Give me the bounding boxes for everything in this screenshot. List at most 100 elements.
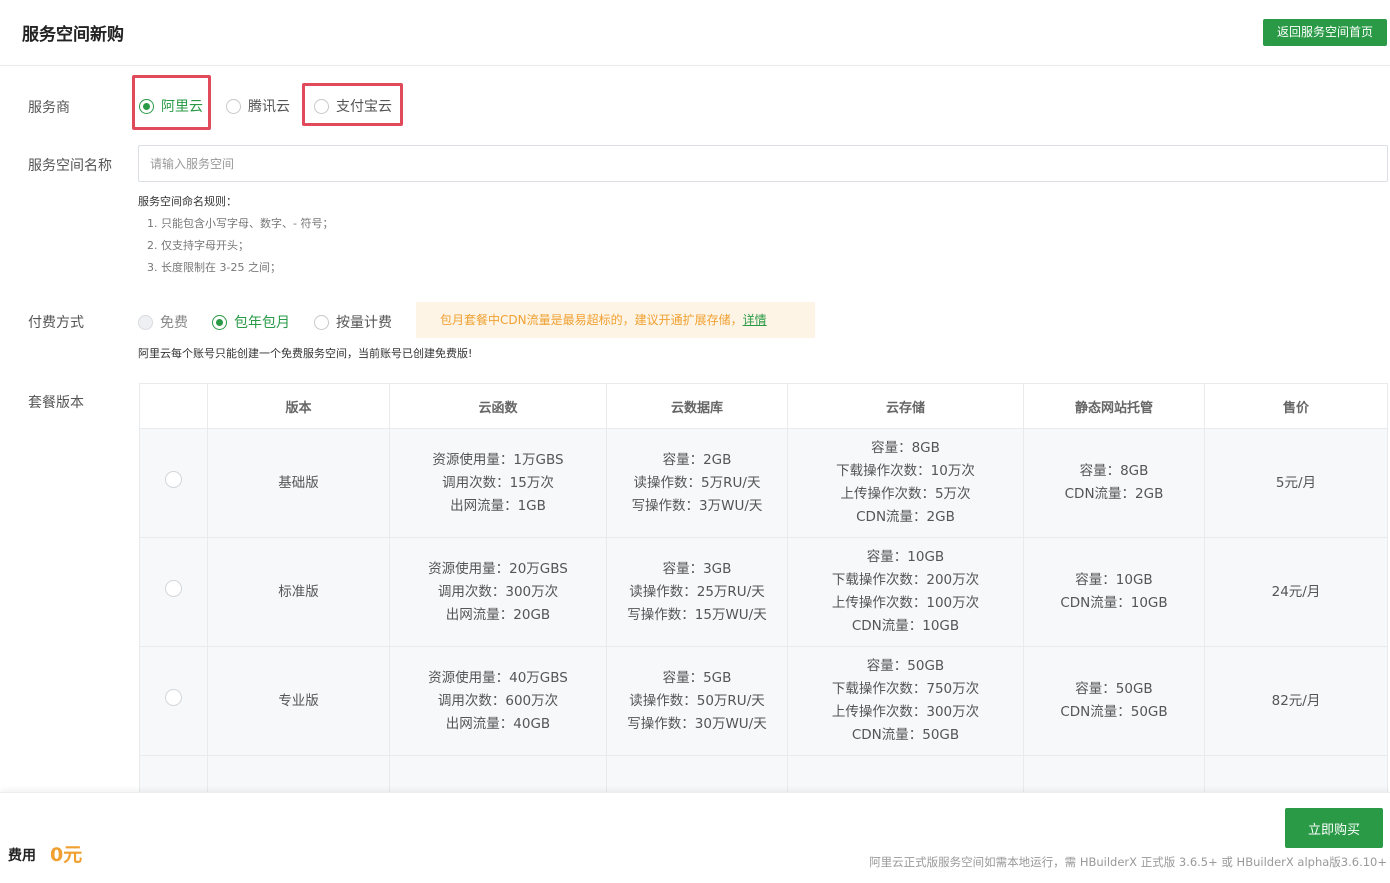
plan-function-cell: 资源使用量：20万GBS 调用次数：300万次 出网流量：20GB: [389, 537, 607, 647]
column-header-function: 云函数: [389, 383, 607, 429]
plan-storage-cell: 容量：8GB 下载操作次数：10万次 上传操作次数：5万次 CDN流量：2GB: [787, 428, 1024, 538]
radio-unchecked-icon: [226, 98, 241, 114]
column-header-hosting: 静态网站托管: [1023, 383, 1205, 429]
plan-database-cell: 容量：5GB 读操作数：50万RU/天 写操作数：30万WU/天: [606, 646, 788, 756]
plan-label: 套餐版本: [28, 395, 84, 411]
space-name-input[interactable]: [138, 145, 1388, 182]
plan-spec-line: 写操作数：15万WU/天: [627, 606, 767, 623]
column-header-select: [139, 383, 208, 429]
cdn-notice: 包月套餐中CDN流量是最易超标的，建议开通扩展存储，详情: [416, 302, 815, 338]
plan-select-cell[interactable]: [139, 537, 208, 647]
plan-function-cell: 资源使用量：40万GBS 调用次数：600万次 出网流量：40GB: [389, 646, 607, 756]
plan-spec-line: 出网流量：40GB: [445, 715, 551, 732]
plan-spec-line: 容量：8GB: [871, 440, 940, 456]
runtime-note: 阿里云正式版服务空间如需本地运行，需 HBuilderX 正式版 3.6.5+ …: [869, 855, 1387, 869]
plan-select-cell[interactable]: [139, 428, 208, 538]
table-header-row: 版本 云函数 云数据库 云存储 静态网站托管 售价: [139, 383, 1388, 429]
footer-bar: 费用 0元 立即购买 阿里云正式版服务空间如需本地运行，需 HBuilderX …: [0, 792, 1390, 883]
plan-spec-line: 容量：2GB: [662, 451, 732, 468]
plan-spec-line: 上传操作次数：5万次: [840, 486, 971, 502]
page-title: 服务空间新购: [22, 25, 124, 45]
free-hint: 阿里云每个账号只能创建一个免费服务空间，当前账号已创建免费版!: [138, 347, 473, 360]
plan-spec-line: 读操作数：25万RU/天: [629, 583, 765, 600]
plan-spec-line: 读操作数：5万RU/天: [633, 474, 761, 491]
plan-radio-icon[interactable]: [165, 579, 182, 597]
plan-spec-line: 容量：50GB: [1075, 681, 1153, 697]
plan-version-cell: 基础版: [207, 428, 390, 538]
plan-radio-icon[interactable]: [165, 688, 182, 706]
payment-option-payg[interactable]: 按量计费: [314, 312, 392, 332]
plan-spec-line: 上传操作次数：300万次: [831, 704, 980, 720]
plan-spec-line: 下载操作次数：10万次: [836, 463, 975, 479]
buy-now-button[interactable]: 立即购买: [1285, 808, 1383, 848]
plan-spec-line: 容量：50GB: [866, 658, 945, 674]
plan-spec-line: 调用次数：300万次: [437, 583, 559, 600]
plan-spec-line: 下载操作次数：200万次: [831, 572, 980, 588]
space-name-label: 服务空间名称: [28, 158, 112, 174]
plan-hosting-cell: 容量：50GB CDN流量：50GB: [1023, 646, 1205, 756]
page-header: 服务空间新购 返回服务空间首页: [0, 0, 1390, 66]
plan-spec-line: 读操作数：50万RU/天: [629, 692, 765, 709]
plan-price-cell: 5元/月: [1204, 428, 1388, 538]
back-to-home-button[interactable]: 返回服务空间首页: [1262, 19, 1387, 46]
plan-spec-line: 调用次数：600万次: [437, 692, 559, 709]
column-header-price: 售价: [1204, 383, 1388, 429]
plan-spec-line: 资源使用量：1万GBS: [432, 451, 564, 468]
payment-option-free[interactable]: 免费: [138, 312, 188, 332]
payment-option-label: 免费: [160, 315, 188, 331]
plan-spec-line: CDN流量：50GB: [1060, 704, 1168, 720]
plan-select-cell[interactable]: [139, 646, 208, 756]
provider-label: 服务商: [28, 100, 70, 116]
plan-storage-cell: 容量：50GB 下载操作次数：750万次 上传操作次数：300万次 CDN流量：50G…: [787, 646, 1024, 756]
plan-spec-line: 写操作数：30万WU/天: [627, 715, 767, 732]
plan-spec-line: CDN流量：10GB: [1060, 595, 1168, 611]
column-header-database: 云数据库: [606, 383, 788, 429]
plan-spec-line: CDN流量：2GB: [856, 509, 955, 525]
plan-spec-line: 容量：5GB: [662, 669, 732, 686]
plan-hosting-cell: 容量：10GB CDN流量：10GB: [1023, 537, 1205, 647]
provider-option-label: 腾讯云: [248, 99, 290, 115]
plan-spec-line: 上传操作次数：100万次: [831, 595, 980, 611]
plan-spec-line: 容量：10GB: [1075, 572, 1153, 588]
plan-spec-line: CDN流量：10GB: [851, 618, 960, 634]
plan-spec-line: 容量：3GB: [662, 560, 732, 577]
payment-option-label: 包年包月: [234, 315, 290, 331]
plan-spec-line: 写操作数：3万WU/天: [631, 497, 763, 514]
plan-storage-cell: 容量：10GB 下载操作次数：200万次 上传操作次数：100万次 CDN流量：10G…: [787, 537, 1024, 647]
plan-version-cell: 标准版: [207, 537, 390, 647]
payment-option-monthly[interactable]: 包年包月: [212, 312, 290, 332]
radio-checked-icon: [212, 314, 227, 330]
plan-hosting-cell: 容量：8GB CDN流量：2GB: [1023, 428, 1205, 538]
provider-option-tencent[interactable]: 腾讯云: [226, 96, 290, 116]
plan-price-cell: 82元/月: [1204, 646, 1388, 756]
fee-label: 费用: [8, 848, 36, 864]
radio-disabled-icon: [138, 314, 153, 330]
table-row[interactable]: 专业版 资源使用量：40万GBS 调用次数：600万次 出网流量：40GB 容量：5GB…: [139, 646, 1388, 756]
plan-spec-line: 容量：8GB: [1079, 463, 1149, 479]
naming-rules: 服务空间命名规则： 1. 只能包含小写字母、数字、- 符号； 2. 仅支持字母开…: [138, 193, 333, 275]
plan-radio-icon[interactable]: [165, 470, 182, 488]
plan-function-cell: 资源使用量：1万GBS 调用次数：15万次 出网流量：1GB: [389, 428, 607, 538]
radio-unchecked-icon: [314, 314, 329, 330]
plan-database-cell: 容量：2GB 读操作数：5万RU/天 写操作数：3万WU/天: [606, 428, 788, 538]
naming-rule-item: 2. 仅支持字母开头；: [147, 239, 249, 252]
table-row[interactable]: 基础版 资源使用量：1万GBS 调用次数：15万次 出网流量：1GB 容量：2GB 读操作…: [139, 428, 1388, 538]
plan-spec-line: CDN流量：50GB: [851, 727, 960, 743]
details-link[interactable]: 详情: [743, 313, 767, 327]
table-row[interactable]: 标准版 资源使用量：20万GBS 调用次数：300万次 出网流量：20GB 容量：3GB…: [139, 537, 1388, 647]
plan-version-cell: 专业版: [207, 646, 390, 756]
highlight-annotation-alipay: [302, 83, 403, 126]
fee-value: 0元: [50, 844, 83, 866]
naming-rule-item: 3. 长度限制在 3-25 之间；: [147, 261, 281, 274]
plan-price-cell: 24元/月: [1204, 537, 1388, 647]
column-header-storage: 云存储: [787, 383, 1024, 429]
plan-spec-line: 下载操作次数：750万次: [831, 681, 980, 697]
naming-rule-item: 1. 只能包含小写字母、数字、- 符号；: [147, 217, 334, 230]
plan-spec-line: CDN流量：2GB: [1064, 486, 1164, 502]
plan-database-cell: 容量：3GB 读操作数：25万RU/天 写操作数：15万WU/天: [606, 537, 788, 647]
column-header-version: 版本: [207, 383, 390, 429]
cdn-notice-text: 包月套餐中CDN流量是最易超标的，建议开通扩展存储，: [440, 313, 743, 327]
naming-rules-title: 服务空间命名规则：: [138, 195, 237, 208]
plan-spec-line: 资源使用量：20万GBS: [428, 560, 568, 577]
plan-spec-line: 调用次数：15万次: [442, 474, 554, 491]
